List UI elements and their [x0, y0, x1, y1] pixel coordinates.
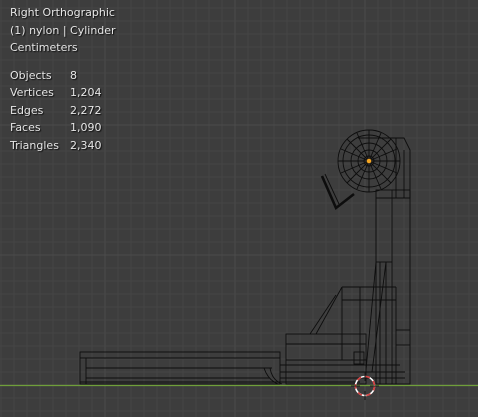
stat-row-faces: Faces 1,090	[10, 119, 116, 137]
stat-row-edges: Edges 2,272	[10, 102, 116, 120]
stat-row-vertices: Vertices 1,204	[10, 84, 116, 102]
stat-row-objects: Objects 8	[10, 67, 116, 85]
stat-value: 2,272	[70, 103, 102, 117]
view-name: Right Orthographic	[10, 6, 115, 19]
stat-value: 1,204	[70, 86, 102, 99]
stat-value: 2,340	[70, 138, 102, 152]
stat-value: 8	[70, 68, 77, 82]
stat-label: Faces	[10, 121, 41, 134]
wireframe-object[interactable]	[79, 129, 411, 385]
stat-row-triangles: Triangles 2,340	[10, 137, 116, 155]
stat-label: Edges	[10, 103, 44, 117]
stat-label: Vertices	[10, 86, 54, 99]
active-object-label: (1) nylon | Cylinder	[10, 23, 116, 37]
object-origin-icon[interactable]	[366, 158, 372, 164]
stat-label: Triangles	[10, 138, 59, 152]
stat-label: Objects	[10, 68, 52, 82]
3d-viewport[interactable]: Right Orthographic (1) nylon | Cylinder …	[0, 0, 478, 417]
units-label: Centimeters	[10, 41, 78, 54]
stat-value: 1,090	[70, 121, 102, 134]
viewport-text-overlay: Right Orthographic (1) nylon | Cylinder …	[10, 4, 116, 154]
